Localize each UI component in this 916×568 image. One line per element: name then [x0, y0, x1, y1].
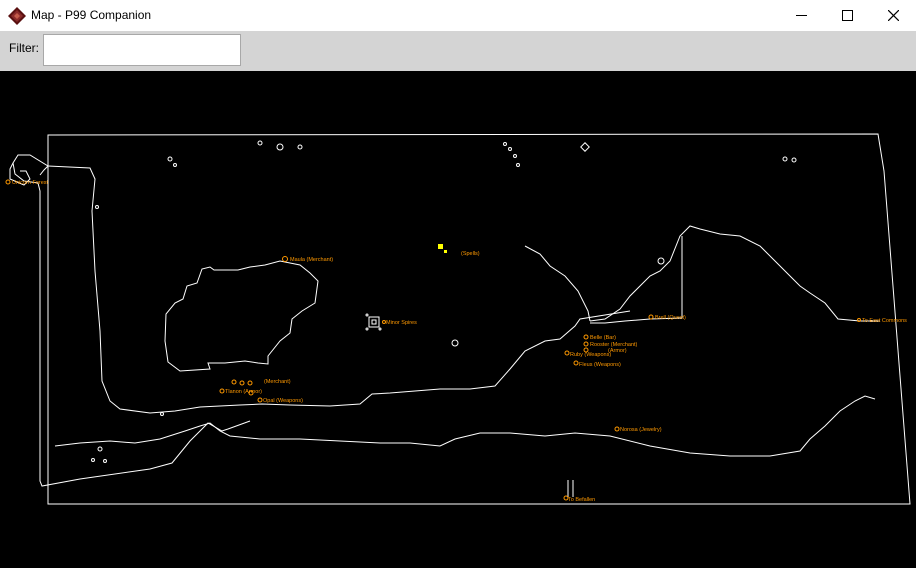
west-tunnel-wall [12, 135, 251, 487]
poi-label-ruby[interactable]: Ruby (Weapons) [570, 352, 611, 358]
center-north-line [524, 245, 591, 322]
poi-label-tlanon[interactable]: Tlanon (Armor) [225, 389, 262, 395]
filter-input[interactable] [43, 34, 241, 66]
minimize-icon [795, 15, 807, 16]
poi-label-opal[interactable]: Opal (Weapons) [263, 398, 303, 404]
filter-label: Filter: [9, 41, 39, 55]
close-button[interactable] [870, 0, 916, 31]
poi-label-belle[interactable]: Belle (Bar) [590, 335, 616, 341]
poi-label-fleus[interactable]: Fleus (Weapons) [579, 362, 621, 368]
poi-label-minor-spires[interactable]: Minor Spires [386, 320, 417, 326]
poi-label-quest-mid[interactable]: Brell (Quest) [655, 315, 686, 321]
maximize-button[interactable] [824, 0, 870, 31]
map-canvas[interactable]: Unicorn Forest Maula (Merchant) (Spells)… [0, 71, 916, 568]
north-inner-wall [47, 165, 631, 414]
poi-label-spells[interactable]: (Spells) [461, 251, 480, 257]
south-road [567, 480, 574, 497]
app-diamond-icon [8, 7, 26, 25]
window-title: Map - P99 Companion [31, 8, 152, 22]
poi-label-norosa[interactable]: Norosa (Jewelry) [620, 427, 662, 433]
poi-label-zone-west[interactable]: Unicorn Forest [12, 180, 49, 186]
east-region-inner [590, 236, 683, 324]
poi-label-maula[interactable]: Maula (Merchant) [290, 257, 333, 263]
maximize-icon [841, 10, 853, 21]
zone-outer-boundary [47, 133, 911, 505]
west-building-outline [164, 260, 319, 372]
minimize-button[interactable] [778, 0, 824, 31]
title-bar: Map - P99 Companion [0, 0, 916, 31]
map-drawing[interactable]: Unicorn Forest Maula (Merchant) (Spells)… [0, 71, 916, 568]
south-shoreline [54, 395, 876, 457]
poi-label-zone-south[interactable]: To Befallen [568, 497, 595, 503]
close-icon [887, 10, 899, 21]
filter-toolbar: Filter: [0, 31, 916, 71]
poi-label-merchant-west[interactable]: (Merchant) [264, 379, 291, 385]
east-region-outline [589, 225, 880, 322]
poi-label-zone-east[interactable]: To East Commons [862, 318, 907, 324]
